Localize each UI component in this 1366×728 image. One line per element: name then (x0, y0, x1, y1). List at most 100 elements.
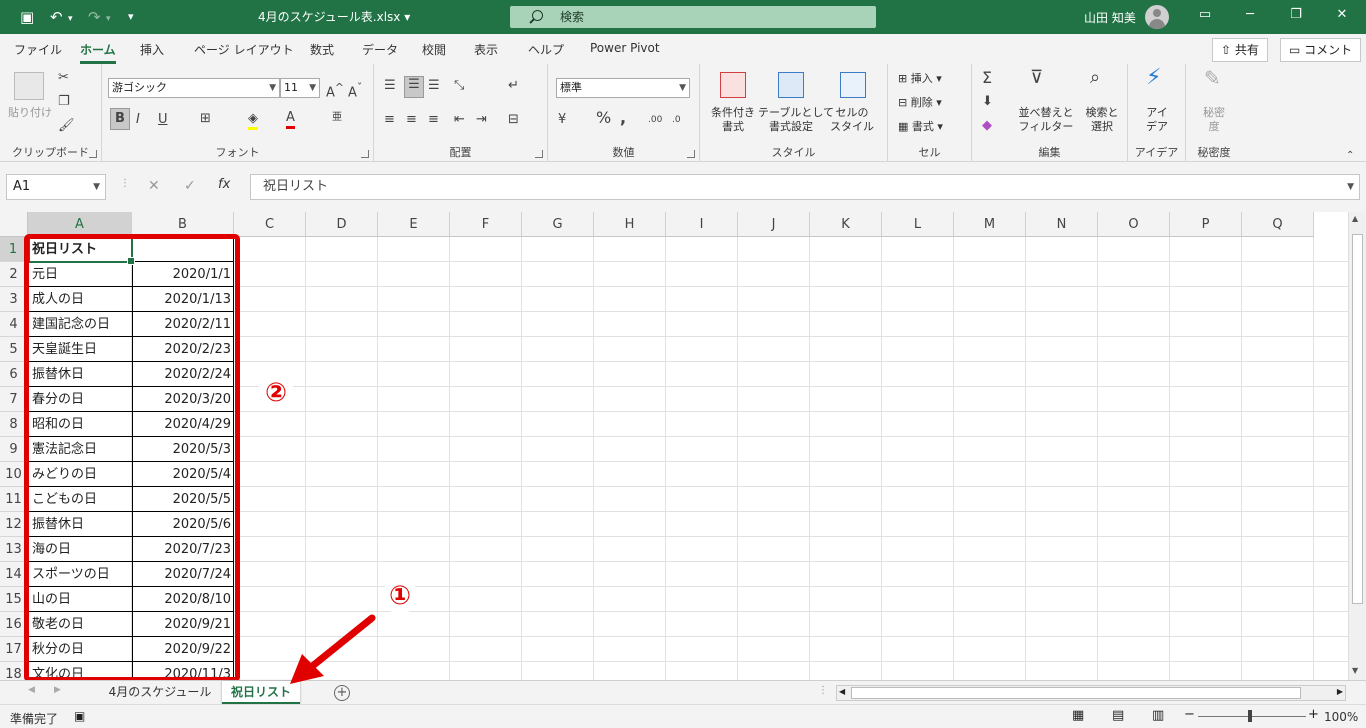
autosum-icon[interactable]: Σ (982, 70, 992, 86)
merge-center-icon[interactable]: ⊟ (508, 112, 519, 128)
align-left-icon[interactable]: ≡ (384, 112, 395, 128)
decrease-indent-icon[interactable]: ⇤ (454, 112, 465, 128)
select-all-corner[interactable] (0, 212, 28, 237)
tab-data[interactable]: データ (362, 41, 398, 58)
column-header-i[interactable]: I (666, 212, 738, 237)
decrease-decimal-icon[interactable]: .0 (672, 112, 681, 128)
cell-styles-icon[interactable] (840, 72, 866, 98)
normal-view-icon[interactable]: ▦ (1072, 708, 1084, 723)
vertical-scrollbar[interactable]: ▲ ▼ (1348, 212, 1366, 680)
align-right-icon[interactable]: ≡ (428, 112, 439, 128)
avatar[interactable] (1145, 5, 1169, 29)
column-header-e[interactable]: E (378, 212, 450, 237)
next-sheet-icon[interactable]: ▶ (54, 685, 61, 695)
undo-icon[interactable]: ↶ (50, 7, 63, 27)
alignment-launcher-icon[interactable] (535, 150, 543, 158)
tab-page-layout[interactable]: ページ レイアウト (194, 41, 294, 58)
format-as-table-icon[interactable] (778, 72, 804, 98)
zoom-level[interactable]: 100% (1324, 710, 1358, 724)
column-header-f[interactable]: F (450, 212, 522, 237)
find-select-button[interactable]: 検索と 選択 (1078, 106, 1126, 134)
fill-color-icon[interactable]: ◈ (248, 111, 258, 130)
zoom-out-icon[interactable]: − (1184, 707, 1195, 722)
font-launcher-icon[interactable] (361, 150, 369, 158)
tab-home[interactable]: ホーム (80, 41, 116, 64)
number-launcher-icon[interactable] (687, 150, 695, 158)
column-header-p[interactable]: P (1170, 212, 1242, 237)
clear-icon[interactable]: ◆ (982, 118, 992, 134)
horizontal-scrollbar[interactable]: ◀ ▶ (836, 685, 1346, 701)
page-layout-view-icon[interactable]: ▤ (1112, 708, 1124, 723)
window-title[interactable]: 4月のスケジュール表.xlsx ▾ (258, 8, 410, 25)
shrink-font-icon[interactable]: Aˇ (348, 80, 362, 101)
macro-record-icon[interactable]: ▣ (74, 709, 85, 723)
zoom-in-icon[interactable]: + (1308, 707, 1319, 722)
vertical-scroll-thumb[interactable] (1352, 234, 1363, 604)
column-header-n[interactable]: N (1026, 212, 1098, 237)
conditional-formatting-icon[interactable] (720, 72, 746, 98)
column-header-h[interactable]: H (594, 212, 666, 237)
paste-button[interactable]: 貼り付け (8, 106, 52, 120)
tab-view[interactable]: 表示 (474, 41, 498, 58)
minimize-icon[interactable]: ─ (1240, 7, 1260, 22)
bold-icon[interactable]: B (110, 108, 130, 130)
column-header-d[interactable]: D (306, 212, 378, 237)
name-box[interactable]: A1 ▼ (6, 174, 106, 200)
column-header-k[interactable]: K (810, 212, 882, 237)
column-header-o[interactable]: O (1098, 212, 1170, 237)
delete-cells-button[interactable]: ⊟ 削除 ▾ (898, 96, 942, 110)
ribbon-display-options-icon[interactable]: ▭ (1195, 7, 1215, 22)
tab-insert[interactable]: 挿入 (140, 41, 164, 58)
scroll-right-icon[interactable]: ▶ (1337, 687, 1343, 696)
scroll-down-icon[interactable]: ▼ (1352, 666, 1358, 675)
column-header-g[interactable]: G (522, 212, 594, 237)
undo-dropdown-icon[interactable]: ▾ (68, 9, 73, 29)
underline-icon[interactable]: U (158, 112, 168, 128)
customize-qat-icon[interactable]: ▾ (128, 7, 134, 27)
cell-styles-button[interactable]: セルの スタイル (824, 106, 880, 134)
sort-filter-icon[interactable]: ⊽ (1030, 69, 1043, 87)
sort-filter-button[interactable]: 並べ替えと フィルター (1016, 106, 1076, 134)
copy-icon[interactable]: ❐ (58, 94, 70, 110)
format-cells-button[interactable]: ▦ 書式 ▾ (898, 120, 943, 134)
paste-icon[interactable] (14, 72, 44, 100)
phonetic-icon[interactable]: 亜 (332, 110, 342, 126)
insert-function-icon[interactable]: fx (218, 177, 230, 192)
tab-formulas[interactable]: 数式 (310, 41, 334, 58)
splitter-icon[interactable]: ⋮ (818, 685, 828, 696)
ideas-button[interactable]: アイ デア (1134, 106, 1180, 134)
accounting-format-icon[interactable]: ¥ (558, 112, 566, 128)
format-painter-icon[interactable]: 🖌 (58, 118, 75, 134)
formula-input[interactable]: 祝日リスト ▼ (250, 174, 1360, 200)
wrap-text-icon[interactable]: ↵ (508, 78, 519, 94)
column-header-j[interactable]: J (738, 212, 810, 237)
increase-decimal-icon[interactable]: .00 (648, 112, 662, 128)
align-middle-icon[interactable]: ☰ (404, 76, 424, 98)
column-header-c[interactable]: C (234, 212, 306, 237)
tab-power-pivot[interactable]: Power Pivot (590, 41, 660, 55)
prev-sheet-icon[interactable]: ◀ (28, 685, 35, 695)
horizontal-scroll-thumb[interactable] (851, 687, 1301, 699)
column-header-q[interactable]: Q (1242, 212, 1314, 237)
tab-file[interactable]: ファイル (14, 41, 62, 58)
zoom-slider[interactable] (1198, 710, 1306, 722)
column-header-m[interactable]: M (954, 212, 1026, 237)
font-color-icon[interactable]: A (286, 110, 295, 129)
scroll-up-icon[interactable]: ▲ (1352, 214, 1358, 223)
restore-icon[interactable]: ❐ (1286, 7, 1306, 22)
scroll-left-icon[interactable]: ◀ (839, 687, 845, 696)
tab-help[interactable]: ヘルプ (528, 41, 564, 58)
format-as-table-button[interactable]: テーブルとして 書式設定 (758, 106, 834, 134)
clipboard-launcher-icon[interactable] (89, 150, 97, 158)
number-format-select[interactable]: 標準 ▼ (556, 78, 690, 98)
page-break-view-icon[interactable]: ▥ (1152, 708, 1164, 723)
fill-icon[interactable]: ⬇ (982, 94, 993, 110)
share-button[interactable]: ⇧ 共有 (1212, 38, 1268, 62)
align-bottom-icon[interactable]: ☰ (428, 78, 440, 94)
align-top-icon[interactable]: ☰ (384, 78, 396, 94)
font-name-select[interactable]: 游ゴシック ▼ (108, 78, 280, 98)
ideas-icon[interactable]: ⚡ (1146, 67, 1161, 89)
save-icon[interactable]: ▣ (20, 7, 34, 27)
comma-style-icon[interactable]: , (620, 110, 626, 126)
chevron-down-icon[interactable]: ▼ (1347, 175, 1354, 199)
